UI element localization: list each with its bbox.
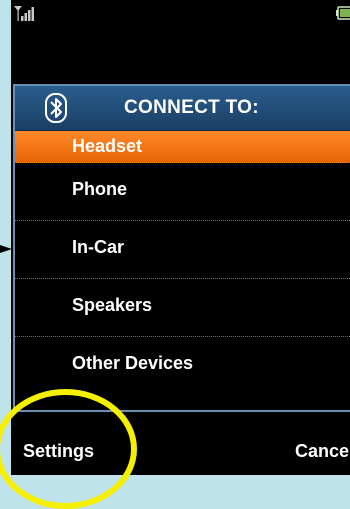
list-item-other-devices[interactable]: Other Devices xyxy=(15,337,350,395)
list-item-label: Headset xyxy=(72,136,143,156)
list-item-phone[interactable]: Phone xyxy=(15,163,350,221)
list-item-speakers[interactable]: Speakers xyxy=(15,279,350,337)
list-item-label: Speakers xyxy=(72,295,153,315)
list-item-label: Phone xyxy=(72,179,128,199)
battery-icon xyxy=(336,6,350,20)
dialog-title: CONNECT TO: xyxy=(124,97,259,118)
phone-screen: CONNECT TO: Headset Phone In-Car Speaker… xyxy=(11,0,350,475)
list-item-in-car[interactable]: In-Car xyxy=(15,221,350,279)
device-list: Headset Phone In-Car Speakers Other Devi… xyxy=(15,131,350,395)
cancel-softkey[interactable]: Cancel xyxy=(295,441,350,462)
settings-softkey[interactable]: Settings xyxy=(23,441,94,462)
arrow-pointer-icon xyxy=(0,245,12,253)
softkey-bar: Settings Cancel xyxy=(11,420,350,475)
list-item-headset[interactable]: Headset xyxy=(15,131,350,163)
list-item-label: Other Devices xyxy=(72,353,194,373)
connect-dialog: CONNECT TO: Headset Phone In-Car Speaker… xyxy=(13,84,350,412)
signal-icon xyxy=(14,6,34,21)
dialog-header: CONNECT TO: xyxy=(15,86,350,131)
status-bar xyxy=(11,0,350,26)
bluetooth-icon xyxy=(45,93,67,123)
list-item-label: In-Car xyxy=(72,237,125,257)
